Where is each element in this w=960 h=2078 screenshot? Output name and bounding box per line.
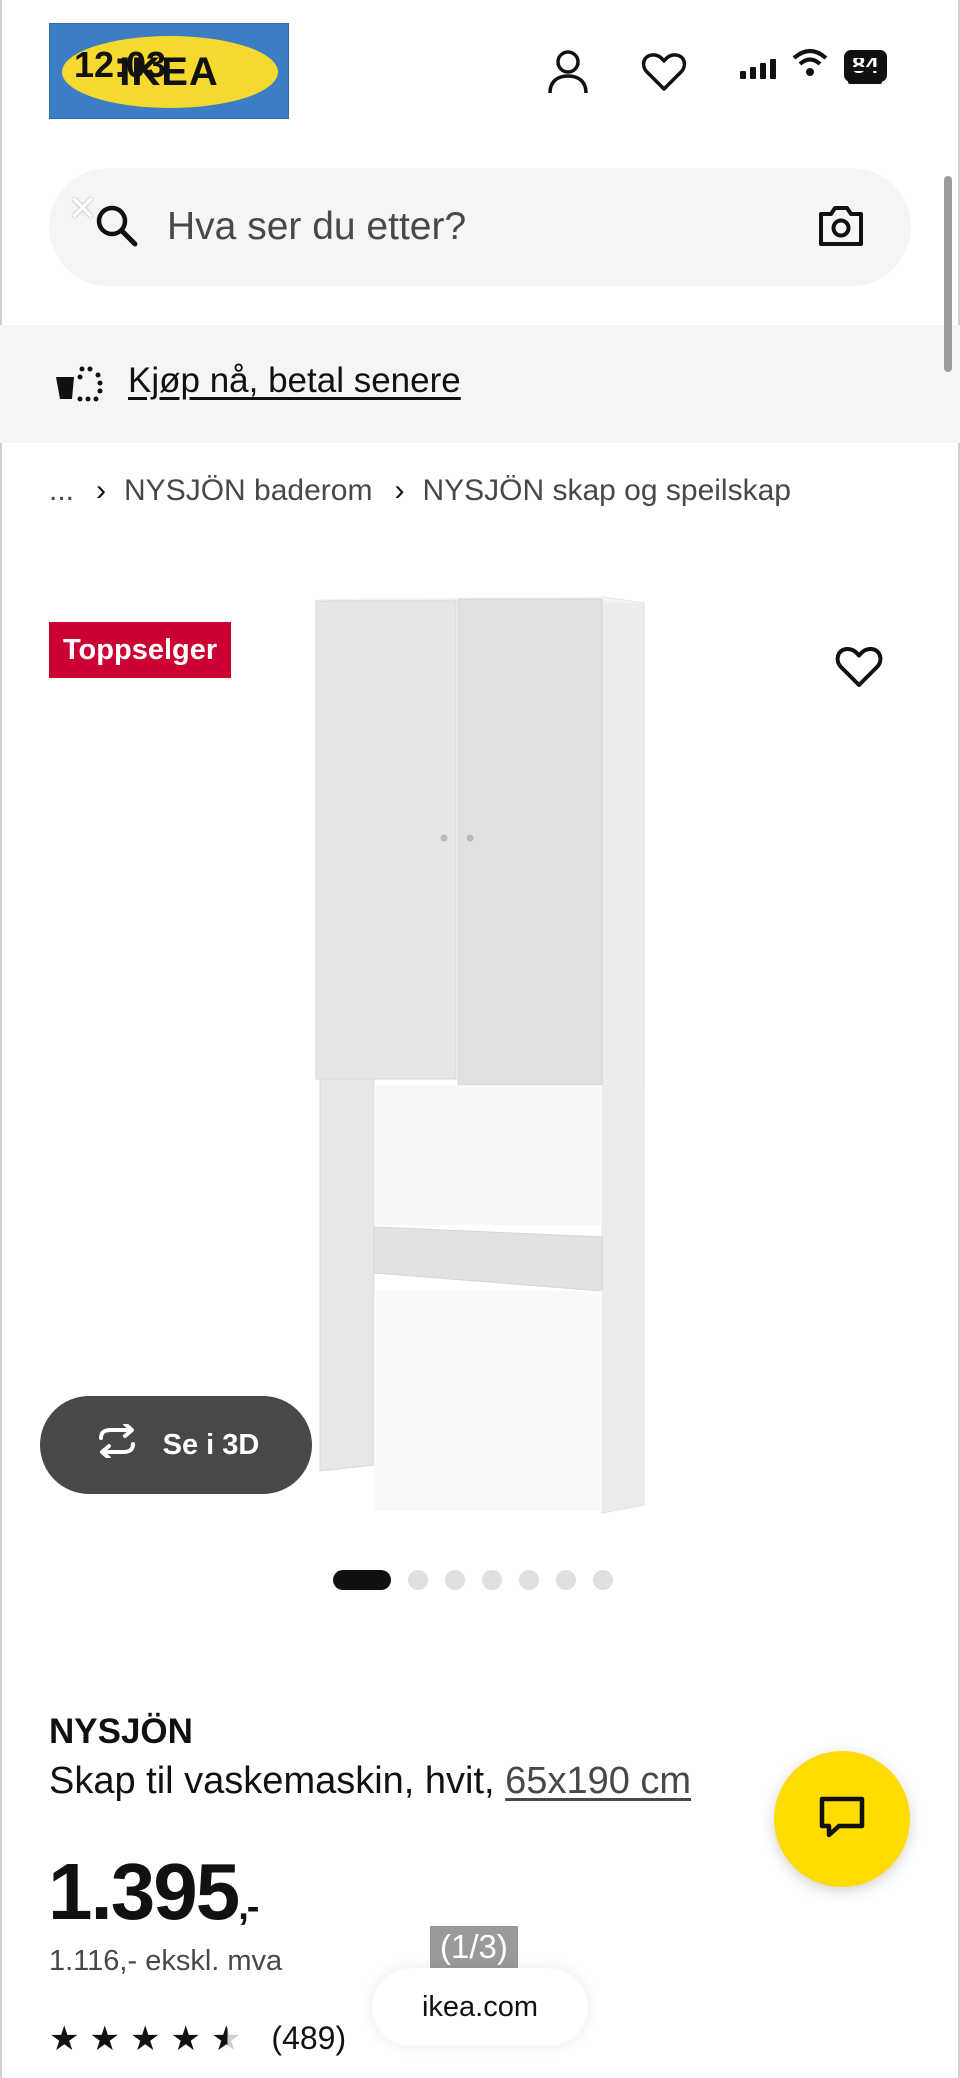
search-input[interactable] (167, 202, 807, 252)
image-carousel-indicator[interactable] (333, 1570, 613, 1590)
chevron-right-icon: › (394, 474, 405, 507)
chevron-right-icon: › (96, 474, 107, 507)
product-name: NYSJÖN (49, 1712, 193, 1751)
carousel-dot[interactable] (482, 1570, 502, 1590)
carousel-dot[interactable] (556, 1570, 576, 1590)
product-image[interactable] (290, 585, 670, 1525)
carousel-dot[interactable] (408, 1570, 428, 1590)
star-icon: ★ (49, 2019, 80, 2058)
wifi-icon (790, 48, 830, 84)
chat-icon (817, 1794, 867, 1845)
product-type: Skap til vaskemaskin, hvit, (49, 1760, 495, 1802)
scrollbar-thumb[interactable] (944, 176, 952, 372)
product-price: 1.395,- (48, 1846, 259, 1938)
carousel-dot[interactable] (445, 1570, 465, 1590)
cart-dots-icon (54, 363, 104, 408)
add-to-favorites-heart-icon[interactable] (835, 645, 883, 694)
rating-count: (489) (271, 2020, 347, 2056)
breadcrumb-item-baderom[interactable]: NYSJÖN baderom (124, 474, 372, 508)
price-suffix: ,- (238, 1886, 259, 1928)
rotate-3d-icon (93, 1422, 141, 1466)
topseller-badge: Toppselger (49, 622, 232, 678)
heart-icon[interactable] (638, 46, 690, 98)
user-icon[interactable] (542, 46, 594, 98)
signal-icon (740, 53, 776, 79)
view-in-3d-button[interactable]: Se i 3D (40, 1396, 312, 1494)
price-ex-vat: 1.116,- ekskl. mva (49, 1945, 283, 1977)
breadcrumb: ... › NYSJÖN baderom › NYSJÖN skap og sp… (49, 474, 791, 508)
star-icon: ★ (210, 2019, 242, 2058)
carousel-dot[interactable] (519, 1570, 539, 1590)
status-time: 12:03 (74, 44, 167, 85)
viewport-edge-left (0, 0, 2, 2078)
chat-button[interactable] (774, 1751, 910, 1887)
breadcrumb-ellipsis[interactable]: ... (49, 474, 74, 508)
star-icon: ★ (170, 2019, 201, 2058)
buy-now-pay-later-link[interactable]: Kjøp nå, betal senere (128, 361, 461, 401)
view-in-3d-label: Se i 3D (162, 1428, 260, 1461)
search-icon (93, 202, 141, 255)
product-rating[interactable]: ★ ★ ★ ★ ★ (489) (49, 2020, 346, 2057)
product-description: Skap til vaskemaskin, hvit, 65x190 cm (49, 1760, 691, 1803)
page-counter: (1/3) (430, 1926, 518, 1968)
breadcrumb-item-skap[interactable]: NYSJÖN skap og speilskap (422, 474, 791, 508)
close-icon[interactable]: × (69, 180, 96, 234)
star-rating: ★ ★ ★ ★ ★ (49, 2022, 241, 2056)
price-value: 1.395 (48, 1847, 240, 1936)
url-bar[interactable]: ikea.com (372, 1968, 588, 2046)
star-icon: ★ (129, 2019, 161, 2058)
product-size-link[interactable]: 65x190 cm (505, 1760, 691, 1802)
star-icon: ★ (89, 2019, 120, 2058)
search-bar[interactable]: × (49, 168, 911, 286)
carousel-dot[interactable] (593, 1570, 613, 1590)
menu-icon[interactable] (848, 54, 882, 84)
promo-banner: Kjøp nå, betal senere (0, 325, 960, 443)
camera-icon[interactable] (817, 204, 865, 253)
carousel-dot[interactable] (333, 1570, 391, 1590)
